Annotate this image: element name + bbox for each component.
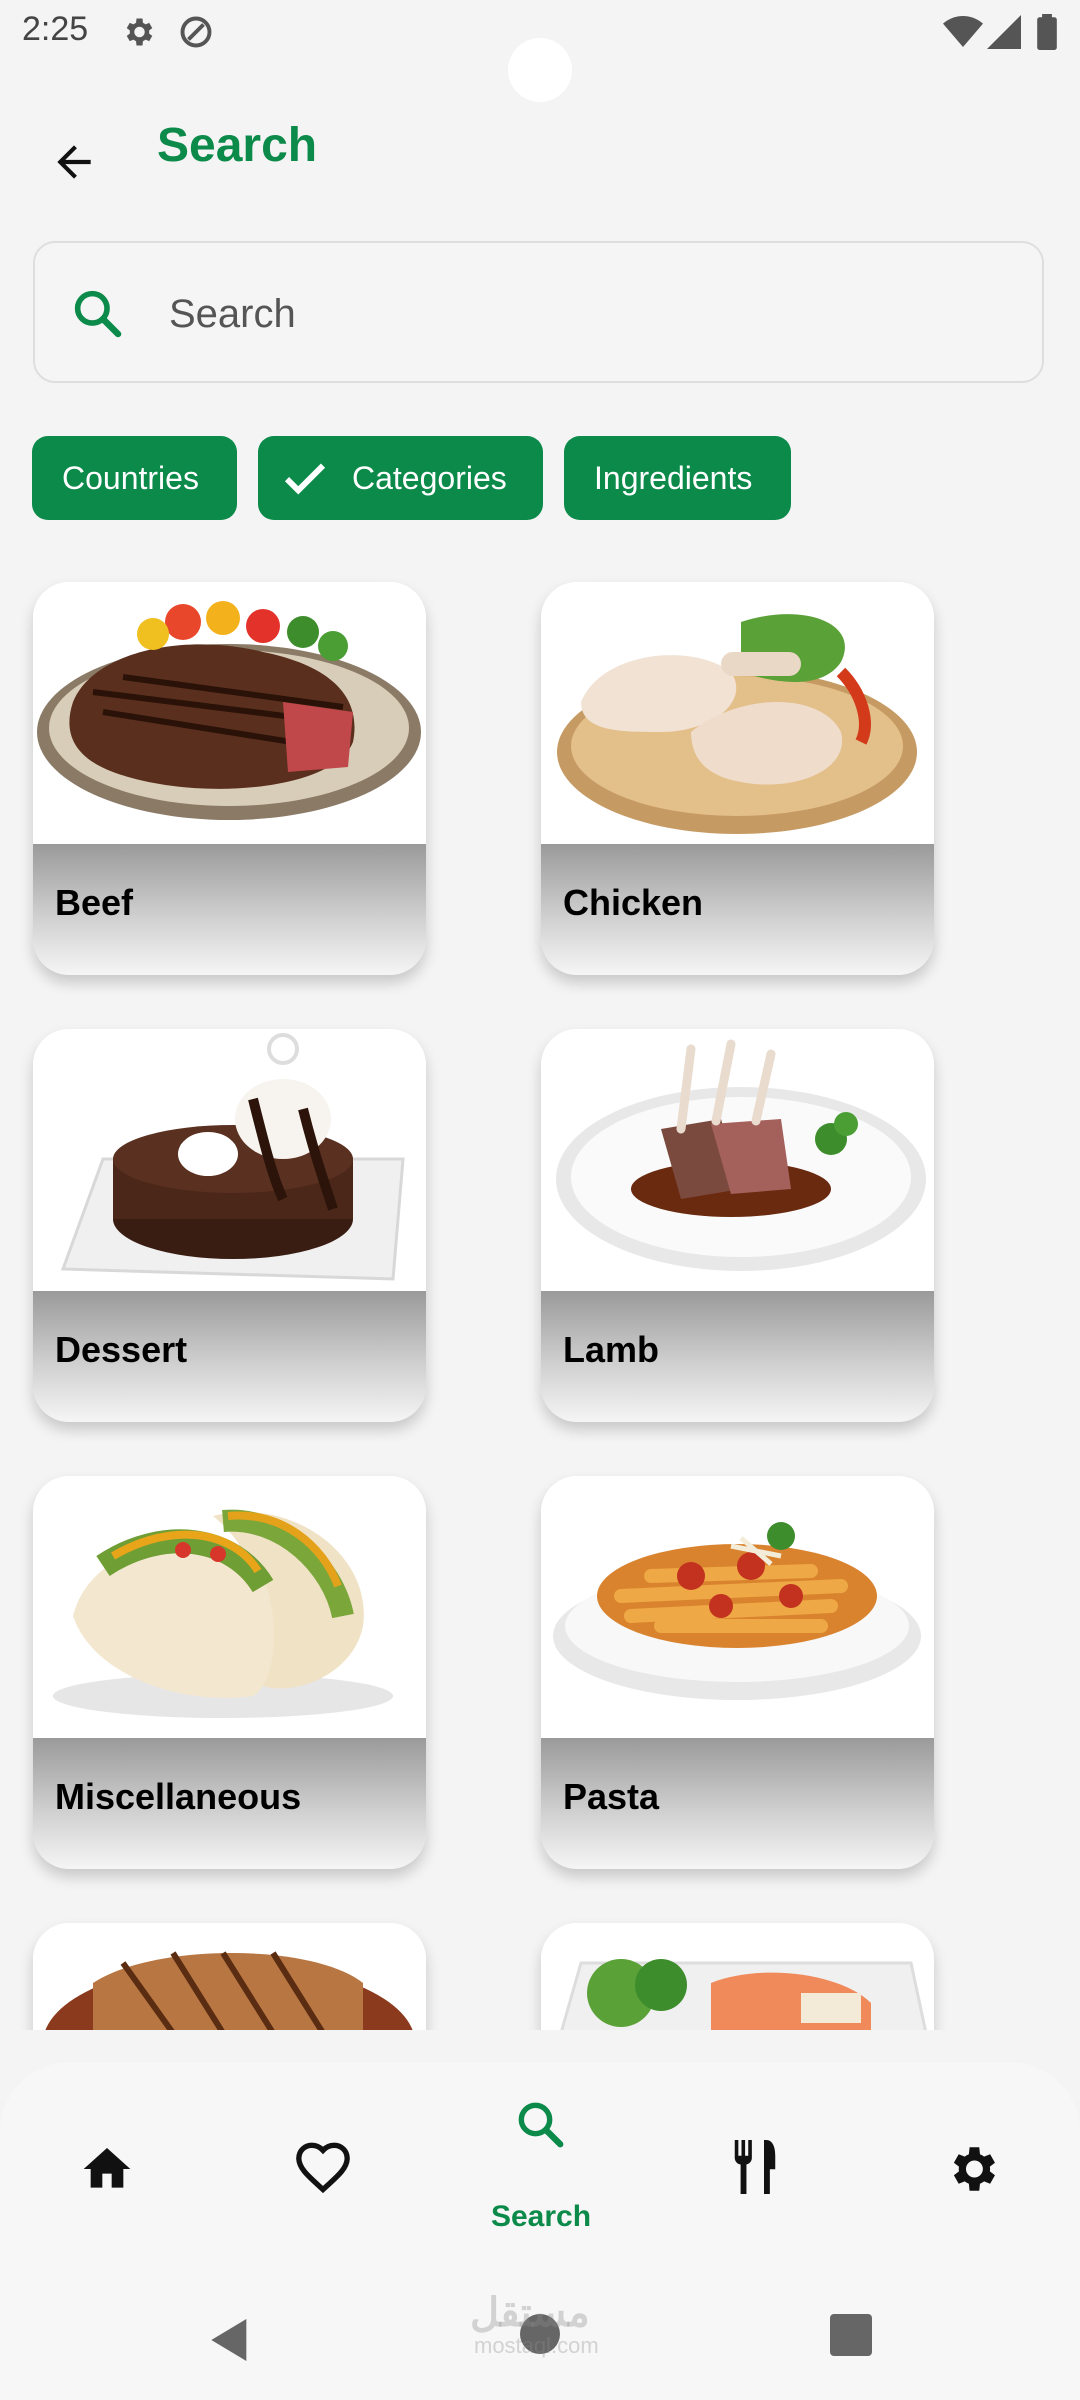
nav-home[interactable] (70, 2132, 144, 2206)
heart-icon (296, 2142, 350, 2194)
signal-icon (986, 12, 1022, 52)
data-saver-icon (176, 12, 216, 52)
search-icon (518, 2102, 564, 2148)
nav-search-label[interactable]: Search (486, 2200, 596, 2234)
chip-countries[interactable]: Countries (32, 436, 237, 520)
battery-icon (1034, 12, 1060, 52)
wifi-icon (942, 12, 984, 52)
fork-knife-icon (734, 2140, 776, 2194)
search-input[interactable] (167, 277, 991, 351)
system-recents-button[interactable] (830, 2314, 872, 2356)
status-time: 2:25 (22, 10, 89, 48)
check-icon (284, 463, 326, 495)
category-card-beef[interactable]: Beef (33, 582, 426, 975)
nav-settings[interactable] (935, 2132, 1009, 2206)
search-icon (74, 290, 122, 338)
category-name: Lamb (563, 1329, 660, 1370)
watermark-logo: مستقل (470, 2291, 590, 2335)
category-name: Beef (55, 882, 134, 923)
chip-ingredients[interactable]: Ingredients (564, 436, 791, 520)
lamb-image (541, 1029, 934, 1291)
dessert-image (33, 1029, 426, 1291)
gear-icon (953, 2147, 995, 2191)
nav-meals[interactable] (718, 2130, 792, 2204)
category-card-lamb[interactable]: Lamb (541, 1029, 934, 1422)
category-card-partial[interactable] (33, 1923, 426, 2030)
category-name: Miscellaneous (55, 1776, 302, 1817)
camera-cutout (508, 38, 572, 102)
chip-label: Countries (62, 459, 199, 496)
chip-categories[interactable]: Categories (258, 436, 543, 520)
chip-label: Categories (352, 459, 507, 496)
pork-image (33, 1923, 426, 2030)
taco-image (33, 1476, 426, 1738)
beef-image (33, 582, 426, 844)
category-name: Chicken (563, 882, 704, 923)
category-name: Pasta (563, 1776, 660, 1817)
system-back-icon[interactable] (202, 2312, 258, 2368)
category-card-chicken[interactable]: Chicken (541, 582, 934, 975)
pasta-image (541, 1476, 934, 1738)
category-card-miscellaneous[interactable]: Miscellaneous (33, 1476, 426, 1869)
settings-status-icon (118, 12, 158, 52)
page-title: Search (157, 119, 318, 172)
category-card-dessert[interactable]: Dessert (33, 1029, 426, 1422)
chicken-image (541, 582, 934, 844)
home-icon (83, 2148, 131, 2188)
back-button[interactable] (40, 128, 108, 196)
category-card-pasta[interactable]: Pasta (541, 1476, 934, 1869)
watermark-url: mostaql.com (474, 2333, 599, 2358)
nav-search[interactable] (506, 2090, 574, 2158)
category-grid[interactable]: Beef Chicken Dessert Lamb Miscellaneous … (0, 560, 1080, 2030)
chip-label: Ingredients (594, 459, 753, 496)
seafood-image (541, 1923, 934, 2030)
search-field[interactable] (33, 241, 1044, 383)
nav-favorites[interactable] (286, 2132, 360, 2206)
category-name: Dessert (55, 1329, 188, 1370)
category-card-partial[interactable] (541, 1923, 934, 2030)
arrow-back-icon (57, 145, 91, 179)
